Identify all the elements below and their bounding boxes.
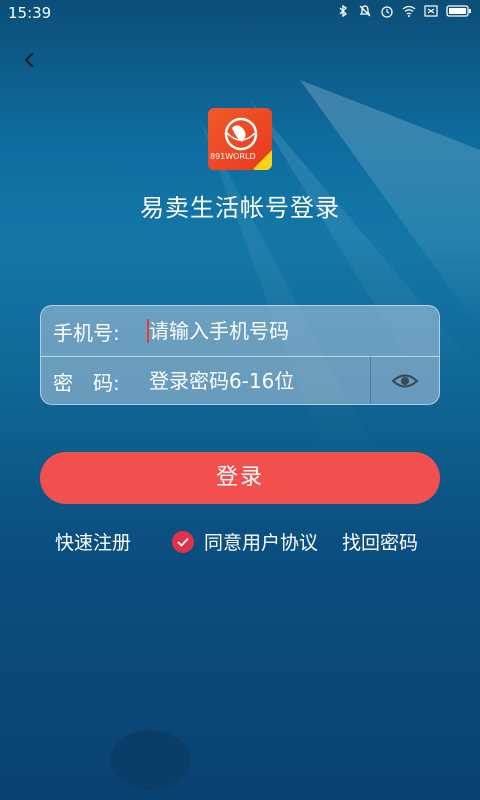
footer-links: 快速注册 同意用户协议 找回密码 [0,528,480,558]
status-time: 15:39 [8,4,52,22]
agree-terms[interactable]: 同意用户协议 [172,528,318,555]
eye-icon [391,374,419,388]
quick-register-link[interactable]: 快速注册 [55,528,131,555]
alarm-icon [381,6,393,18]
password-row: 密 码: [41,356,439,404]
phone-label: 手机号: [53,321,120,345]
page-title: 易卖生活帐号登录 [140,194,340,222]
agree-terms-label: 同意用户协议 [204,532,319,554]
mute-icon [359,5,371,17]
sim-icon [424,5,438,17]
toggle-password-visibility[interactable] [370,356,439,404]
battery-icon [446,5,471,17]
phone-input[interactable] [147,312,371,350]
logo-text: 891WORLD [210,152,256,161]
password-label: 密 码: [53,371,120,395]
back-arrow-icon[interactable] [20,50,40,70]
app-logo: 891WORLD [208,108,272,170]
bluetooth-icon [339,4,348,18]
forgot-password-link[interactable]: 找回密码 [342,528,418,555]
password-input[interactable] [147,362,361,400]
wifi-icon [402,5,416,17]
login-form: 手机号: 密 码: [40,305,440,405]
status-bar: 15:39 [0,0,480,26]
phone-row: 手机号: [41,306,439,357]
check-icon[interactable] [172,530,194,553]
login-button[interactable]: 登录 [40,452,440,504]
